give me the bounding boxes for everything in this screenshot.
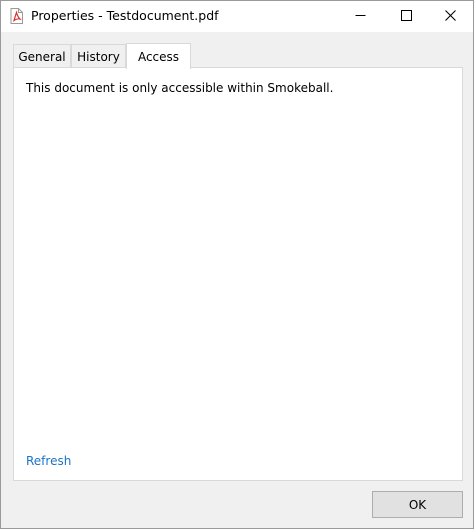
maximize-icon (400, 9, 412, 24)
maximize-button[interactable] (383, 1, 429, 32)
pdf-file-icon (10, 8, 23, 24)
access-message: This document is only accessible within … (26, 81, 334, 95)
tab-access[interactable]: Access (126, 43, 191, 69)
close-button[interactable] (427, 1, 473, 32)
tab-general[interactable]: General (13, 44, 71, 68)
tab-strip: General History Access (13, 43, 463, 69)
refresh-link[interactable]: Refresh (26, 454, 71, 468)
tab-history[interactable]: History (71, 44, 126, 68)
minimize-icon (355, 10, 366, 24)
title-bar[interactable]: Properties - Testdocument.pdf (1, 1, 473, 32)
properties-dialog: Properties - Testdocument.pdf General Hi… (0, 0, 474, 529)
ok-button[interactable]: OK (372, 491, 463, 518)
close-icon (444, 9, 456, 24)
minimize-button[interactable] (337, 1, 383, 32)
window-title: Properties - Testdocument.pdf (31, 8, 219, 23)
access-tab-panel: This document is only accessible within … (13, 67, 463, 481)
